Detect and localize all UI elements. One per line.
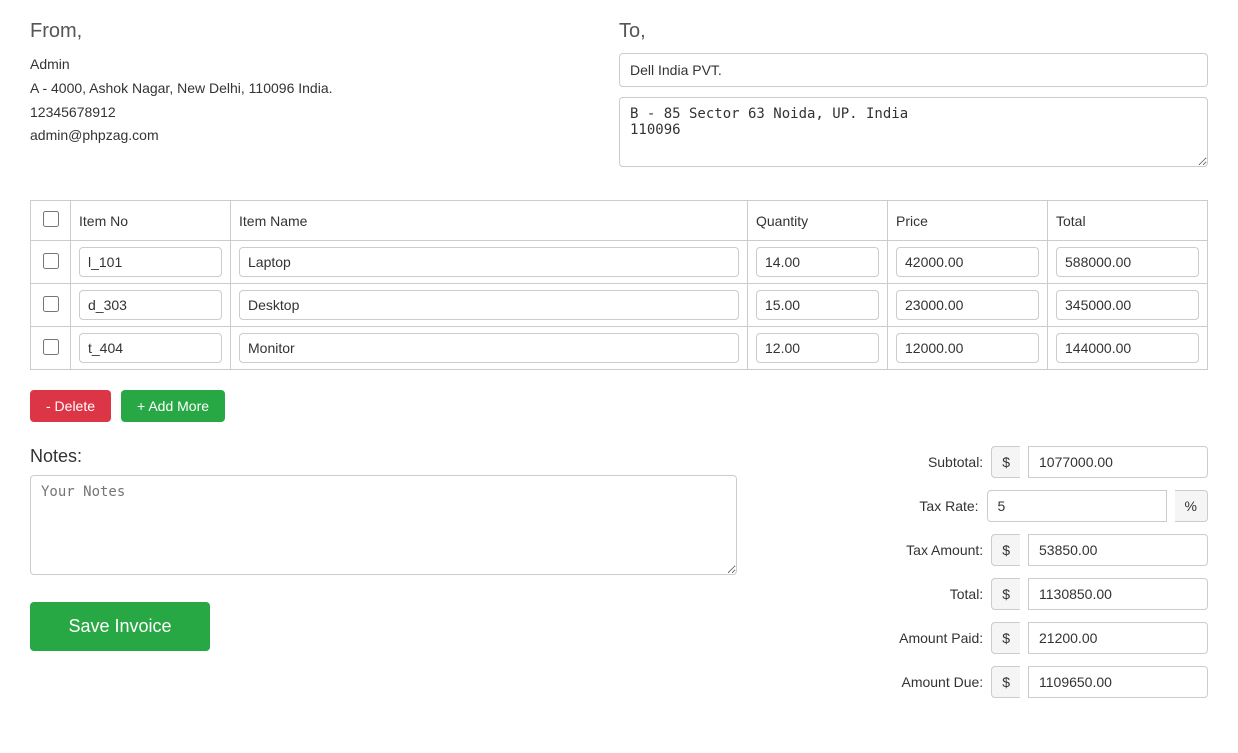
- col-header-itemname: Item Name: [231, 201, 748, 241]
- taxamount-currency: $: [991, 534, 1020, 566]
- taxrate-percent: %: [1175, 490, 1208, 522]
- row-price-0[interactable]: [896, 247, 1039, 277]
- row-itemno-1[interactable]: [79, 290, 222, 320]
- table-row: [31, 327, 1208, 370]
- row-qty-0[interactable]: [756, 247, 879, 277]
- row-price-2[interactable]: [896, 333, 1039, 363]
- subtotal-currency: $: [991, 446, 1020, 478]
- amountpaid-currency: $: [991, 622, 1020, 654]
- row-itemno-0[interactable]: [79, 247, 222, 277]
- taxamount-label: Tax Amount:: [873, 542, 983, 558]
- amountpaid-input[interactable]: [1028, 622, 1208, 654]
- col-header-price: Price: [888, 201, 1048, 241]
- table-row: [31, 284, 1208, 327]
- amountpaid-label: Amount Paid:: [873, 630, 983, 646]
- row-itemname-1[interactable]: [239, 290, 739, 320]
- subtotal-label: Subtotal:: [873, 454, 983, 470]
- col-header-total: Total: [1048, 201, 1208, 241]
- delete-button[interactable]: - Delete: [30, 390, 111, 422]
- invoice-table-section: Item No Item Name Quantity Price Total: [30, 200, 1208, 370]
- row-total-0[interactable]: [1056, 247, 1199, 277]
- from-address: A - 4000, Ashok Nagar, New Delhi, 110096…: [30, 77, 560, 101]
- row-total-1[interactable]: [1056, 290, 1199, 320]
- taxrate-label: Tax Rate:: [869, 498, 979, 514]
- amountdue-input[interactable]: [1028, 666, 1208, 698]
- total-label: Total:: [873, 586, 983, 602]
- row-qty-1[interactable]: [756, 290, 879, 320]
- taxamount-input[interactable]: [1028, 534, 1208, 566]
- col-header-itemno: Item No: [71, 201, 231, 241]
- row-checkbox-2[interactable]: [43, 339, 59, 355]
- subtotal-input[interactable]: [1028, 446, 1208, 478]
- total-currency: $: [991, 578, 1020, 610]
- save-invoice-button[interactable]: Save Invoice: [30, 602, 210, 651]
- invoice-table: Item No Item Name Quantity Price Total: [30, 200, 1208, 370]
- row-qty-2[interactable]: [756, 333, 879, 363]
- to-address-input[interactable]: [619, 97, 1208, 167]
- notes-label: Notes:: [30, 446, 737, 467]
- from-phone: 12345678912: [30, 101, 560, 125]
- total-input[interactable]: [1028, 578, 1208, 610]
- totals-section: Subtotal: $ Tax Rate: % Tax Amount: $ To…: [784, 446, 1208, 710]
- row-itemname-2[interactable]: [239, 333, 739, 363]
- from-email: admin@phpzag.com: [30, 124, 560, 148]
- to-company-input[interactable]: [619, 53, 1208, 87]
- row-total-2[interactable]: [1056, 333, 1199, 363]
- notes-section: Notes: Save Invoice: [30, 446, 737, 651]
- table-actions: - Delete + Add More: [30, 390, 1208, 422]
- row-checkbox-1[interactable]: [43, 296, 59, 312]
- amountdue-currency: $: [991, 666, 1020, 698]
- to-label: To,: [619, 20, 1208, 43]
- taxrate-input[interactable]: [987, 490, 1167, 522]
- col-header-quantity: Quantity: [748, 201, 888, 241]
- row-price-1[interactable]: [896, 290, 1039, 320]
- table-row: [31, 241, 1208, 284]
- select-all-checkbox[interactable]: [43, 211, 59, 227]
- row-itemno-2[interactable]: [79, 333, 222, 363]
- add-more-button[interactable]: + Add More: [121, 390, 225, 422]
- row-checkbox-0[interactable]: [43, 253, 59, 269]
- row-itemname-0[interactable]: [239, 247, 739, 277]
- notes-textarea[interactable]: [30, 475, 737, 575]
- from-label: From,: [30, 20, 560, 43]
- amountdue-label: Amount Due:: [873, 674, 983, 690]
- from-name: Admin: [30, 53, 560, 77]
